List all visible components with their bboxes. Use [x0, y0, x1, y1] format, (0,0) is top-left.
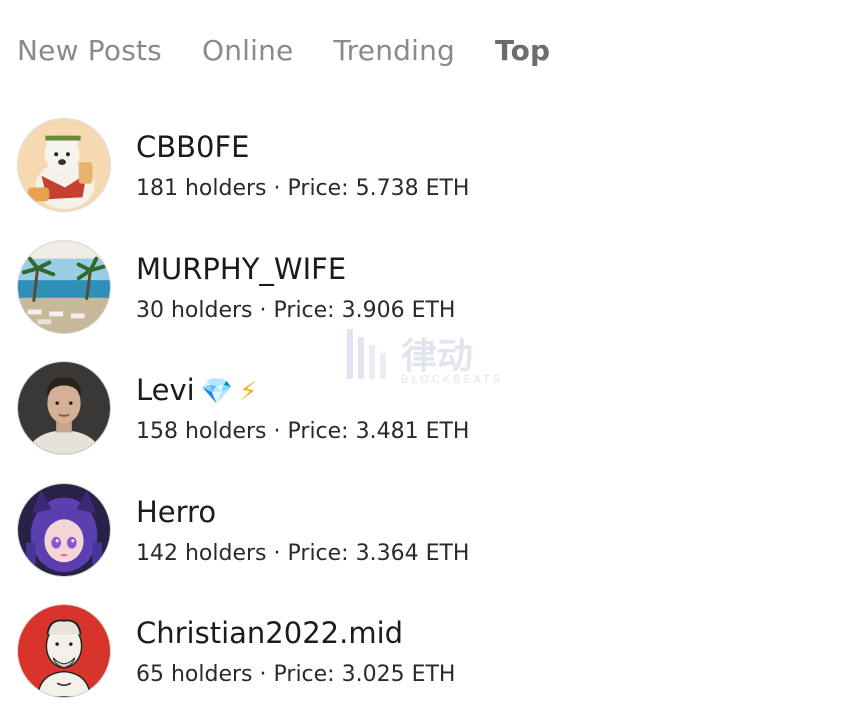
- blockbeats-logo-icon: [347, 329, 386, 379]
- tab-online[interactable]: Online: [202, 34, 294, 67]
- separator: ·: [273, 419, 281, 444]
- separator: ·: [273, 540, 281, 566]
- holders-count: 30 holders: [136, 297, 253, 323]
- separator: ·: [259, 662, 267, 687]
- beach-resort-avatar: [17, 239, 111, 334]
- man-portrait-avatar: [17, 361, 111, 455]
- price: Price: 3.364 ETH: [287, 540, 470, 566]
- watermark-text: 律动: [401, 336, 474, 377]
- user-name: CBB0FE: [136, 130, 250, 164]
- list-item[interactable]: Christian2022.mid 65 holders · Price: 3.…: [17, 604, 837, 726]
- price: Price: 3.906 ETH: [273, 297, 456, 323]
- holders-count: 181 holders: [136, 176, 267, 201]
- anime-girl-avatar: [17, 482, 111, 577]
- separator: ·: [273, 176, 281, 201]
- tab-new-posts[interactable]: New Posts: [17, 34, 162, 67]
- price: Price: 5.738 ETH: [287, 176, 470, 201]
- user-name: MURPHY_WIFE: [136, 251, 347, 286]
- holders-count: 142 holders: [136, 540, 267, 566]
- separator: ·: [259, 297, 267, 323]
- tab-trending[interactable]: Trending: [333, 34, 455, 67]
- diamond-icon: 💎: [200, 377, 234, 407]
- user-stats: 181 holders · Price: 5.738 ETH: [136, 176, 469, 201]
- user-stats: 65 holders · Price: 3.025 ETH: [136, 662, 455, 687]
- price: Price: 3.025 ETH: [273, 662, 456, 687]
- watermark-subtext: BLOCKBEATS: [401, 373, 503, 386]
- feed-tabs: New Posts Online Trending Top: [17, 30, 590, 70]
- user-name-text: Levi: [136, 373, 195, 407]
- tab-top[interactable]: Top: [495, 34, 550, 67]
- user-name: Levi 💎 ⚡: [136, 373, 257, 407]
- sketch-man-avatar: [17, 604, 111, 698]
- user-stats: 30 holders · Price: 3.906 ETH: [136, 298, 455, 323]
- user-stats: 158 holders · Price: 3.481 ETH: [136, 419, 469, 444]
- holders-count: 65 holders: [136, 662, 253, 687]
- user-name: Christian2022.mid: [136, 616, 404, 650]
- blockbeats-watermark: 律动 BLOCKBEATS: [345, 323, 525, 391]
- top-users-list: CBB0FE 181 holders · Price: 5.738 ETH MU…: [17, 118, 837, 726]
- polar-bear-avatar: [17, 118, 111, 212]
- user-stats: 142 holders · Price: 3.364 ETH: [136, 541, 469, 566]
- list-item[interactable]: Herro 142 holders · Price: 3.364 ETH: [17, 482, 837, 605]
- holders-count: 158 holders: [136, 419, 267, 444]
- lightning-icon: ⚡: [239, 377, 258, 407]
- list-item[interactable]: CBB0FE 181 holders · Price: 5.738 ETH: [17, 118, 837, 240]
- user-name: Herro: [136, 494, 217, 529]
- price: Price: 3.481 ETH: [287, 419, 470, 444]
